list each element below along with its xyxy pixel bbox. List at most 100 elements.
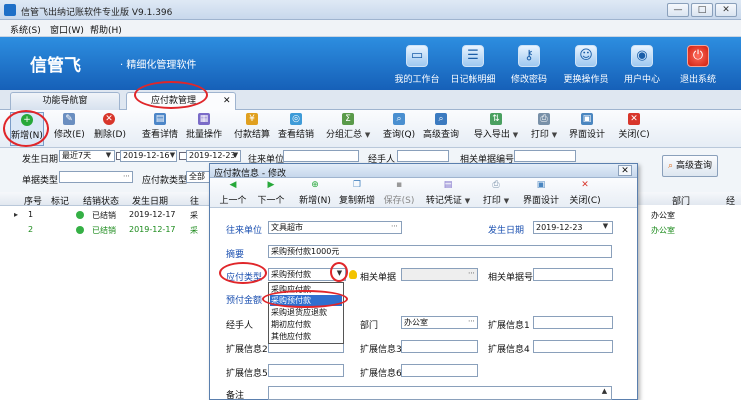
batch-operation-button[interactable]: ▦ 批量操作	[185, 112, 223, 146]
ext3-input[interactable]	[401, 340, 478, 353]
key-icon: ⚷	[518, 45, 540, 67]
handler-label: 经手人	[226, 321, 254, 331]
col-settle-status[interactable]: 结销状态	[83, 194, 119, 207]
close-window-button[interactable]: ✕	[715, 3, 737, 17]
dropdown-option[interactable]: 期初应付款	[270, 319, 342, 330]
dialog-title-bar: 应付款信息 - 修改 ✕	[210, 164, 637, 179]
tab-function-navigation[interactable]: 功能导航窗	[10, 92, 120, 110]
ext1-input[interactable]	[533, 316, 613, 329]
date-label: 发生日期	[22, 155, 59, 165]
edit-button[interactable]: ✎ 修改(E)	[54, 112, 85, 146]
chevron-down-icon: ▼	[551, 131, 558, 139]
ellipsis-icon[interactable]: ⋯	[122, 172, 131, 183]
view-settlement-button[interactable]: ◎ 查看结销	[277, 112, 315, 146]
menu-window[interactable]: 窗口(W)	[50, 23, 84, 36]
annotation-ring-pay-type	[219, 262, 267, 284]
nav-exit-system[interactable]: ⏻ 退出系统	[669, 43, 727, 89]
advanced-query-filter-button[interactable]: ⌕ 高级查询	[662, 155, 718, 177]
dropdown-option[interactable]: 其他应付款	[270, 331, 342, 342]
window-title: 信管飞出纳记账软件专业版 V9.1.396	[21, 8, 173, 18]
summary-label: 摘要	[226, 250, 245, 260]
handler-filter-input[interactable]	[397, 150, 449, 162]
ext5-input[interactable]	[268, 364, 344, 377]
nav-user-center[interactable]: ◉ 用户中心	[613, 43, 671, 89]
delete-button[interactable]: ✕ 删除(D)	[94, 112, 126, 146]
ellipsis-icon[interactable]: ⋯	[390, 222, 399, 233]
chevron-down-icon[interactable]: ▼	[601, 222, 610, 233]
ext2-label: 扩展信息2	[226, 345, 268, 355]
import-export-icon: ⇅	[490, 113, 502, 125]
menu-bar: 系统(S) 窗口(W) 帮助(H)	[0, 20, 741, 37]
chevron-down-icon[interactable]: ▼	[168, 151, 177, 162]
col-date[interactable]: 发生日期	[132, 194, 168, 207]
dialog-print-button[interactable]: ⎙ 打印 ▼	[480, 180, 512, 207]
dialog-close-button[interactable]: ✕	[618, 165, 632, 176]
scroll-up-icon[interactable]: ▲	[600, 387, 609, 398]
ellipsis-icon[interactable]: ⋯	[467, 317, 476, 328]
menu-help[interactable]: 帮助(H)	[90, 23, 122, 36]
advanced-query-icon: ⌕	[435, 113, 447, 125]
col-seq[interactable]: 序号	[24, 194, 42, 207]
main-toolbar: + 新增(N) ✎ 修改(E) ✕ 删除(D) ▤ 查看详情 ▦ 批量操作 ¥ 付款结算 ◎…	[0, 110, 741, 148]
maximize-button[interactable]: □	[691, 3, 713, 17]
vendor-input[interactable]: 文具超市	[268, 221, 402, 234]
nav-my-workbench[interactable]: ▭ 我的工作台	[388, 43, 446, 89]
nav-switch-operator[interactable]: ☺ 更换操作员	[557, 43, 615, 89]
print-button[interactable]: ⎙ 打印 ▼	[528, 112, 560, 146]
vendor-label: 往来单位	[226, 226, 263, 236]
dialog-layout-button[interactable]: ▣ 界面设计	[522, 180, 560, 207]
doc-type-label: 单据类型	[22, 176, 59, 186]
nav-change-password[interactable]: ⚷ 修改密码	[500, 43, 558, 89]
date-field-label: 发生日期	[488, 226, 525, 236]
close-tab-icon[interactable]: ✕	[223, 93, 231, 109]
ext4-label: 扩展信息4	[488, 345, 530, 355]
ext6-input[interactable]	[401, 364, 478, 377]
view-details-button[interactable]: ▤ 查看详情	[141, 112, 179, 146]
save-button[interactable]: ▪ 保存(S)	[382, 180, 416, 207]
copy-add-button[interactable]: ❐ 复制新增	[338, 180, 376, 207]
layout-design-button[interactable]: ▣ 界面设计	[568, 112, 606, 146]
nav-journal-detail[interactable]: ☰ 日记帐明细	[444, 43, 502, 89]
table-right-area: 办公室 办公室	[638, 205, 741, 400]
import-export-button[interactable]: ⇅ 导入导出 ▼	[471, 112, 521, 146]
layout-icon: ▣	[581, 113, 593, 125]
plus-icon: ⊕	[311, 180, 319, 190]
switch-user-icon: ☺	[575, 45, 597, 67]
next-button[interactable]: ▶ 下一个	[256, 180, 286, 207]
chevron-down-icon: ▼	[464, 197, 471, 205]
next-arrow-icon: ▶	[267, 180, 275, 190]
voucher-icon: ▤	[443, 180, 453, 190]
minimize-button[interactable]: —	[667, 3, 689, 17]
prev-arrow-icon: ◀	[229, 180, 237, 190]
chevron-down-icon[interactable]: ▼	[231, 151, 240, 162]
advanced-query-button[interactable]: ⌕ 高级查询	[422, 112, 460, 146]
edit-icon: ✎	[63, 113, 75, 125]
query-icon: ⌕	[393, 113, 405, 125]
col-mark[interactable]: 标记	[51, 194, 69, 207]
prev-button[interactable]: ◀ 上一个	[218, 180, 248, 207]
group-summary-button[interactable]: Σ 分组汇总 ▼	[326, 112, 370, 146]
dialog-close-tool-button[interactable]: ✕ 关闭(C)	[568, 180, 602, 207]
col-vendor[interactable]: 往	[190, 194, 199, 207]
dialog-toolbar: ◀ 上一个 ▶ 下一个 ⊕ 新增(N) ❐ 复制新增 ▪ 保存(S) ▤ 转记凭证 ▼ ⎙ 打…	[210, 178, 637, 208]
dropdown-option[interactable]: 采购退货应退款	[270, 307, 342, 318]
voucher-button[interactable]: ▤ 转记凭证 ▼	[424, 180, 472, 207]
query-button[interactable]: ⌕ 查询(Q)	[383, 112, 415, 146]
menu-system[interactable]: 系统(S)	[10, 23, 41, 36]
app-icon	[4, 4, 16, 16]
chevron-down-icon: ▼	[503, 197, 510, 205]
title-bar: 信管飞出纳记账软件专业版 V9.1.396 — □ ✕	[0, 0, 741, 20]
ellipsis-icon[interactable]: ⋯	[467, 269, 476, 280]
ext4-input[interactable]	[533, 340, 613, 353]
dialog-add-button[interactable]: ⊕ 新增(N)	[298, 180, 332, 207]
chevron-down-icon[interactable]: ▼	[104, 151, 113, 162]
ext3-label: 扩展信息3	[360, 345, 402, 355]
close-button[interactable]: ✕ 关闭(C)	[616, 112, 652, 146]
payment-icon: ¥	[246, 113, 258, 125]
summary-input[interactable]: 采购预付款1000元	[268, 245, 612, 258]
related-no-filter-input[interactable]	[514, 150, 576, 162]
vendor-filter-input[interactable]	[283, 150, 359, 162]
payment-settlement-button[interactable]: ¥ 付款结算	[233, 112, 271, 146]
note-textarea[interactable]	[268, 386, 612, 400]
related-no-input[interactable]	[533, 268, 613, 281]
